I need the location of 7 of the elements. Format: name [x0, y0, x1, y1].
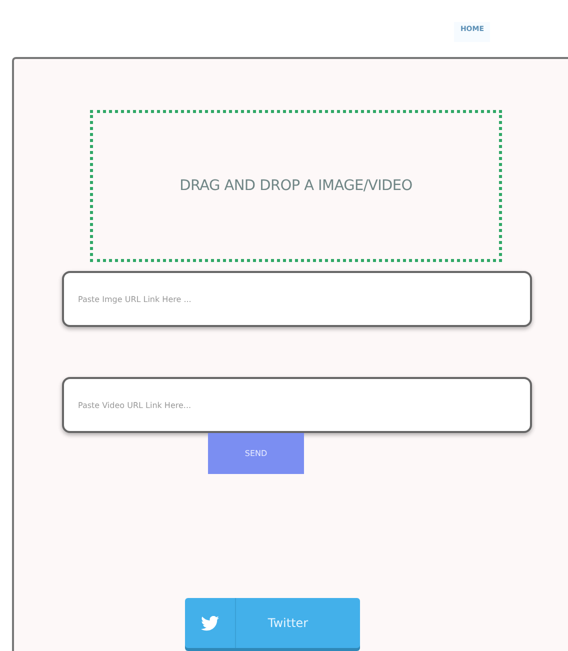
drop-zone[interactable]: DRAG AND DROP A IMAGE/VIDEO: [90, 110, 502, 262]
drop-zone-label: DRAG AND DROP A IMAGE/VIDEO: [180, 178, 412, 194]
twitter-button[interactable]: Twitter: [185, 598, 360, 648]
video-url-field[interactable]: Paste Video URL Link Here...: [62, 377, 532, 433]
bird-icon: [201, 616, 219, 630]
send-button[interactable]: SEND: [208, 433, 304, 474]
image-url-field[interactable]: Paste Imge URL Link Here ...: [62, 271, 532, 327]
